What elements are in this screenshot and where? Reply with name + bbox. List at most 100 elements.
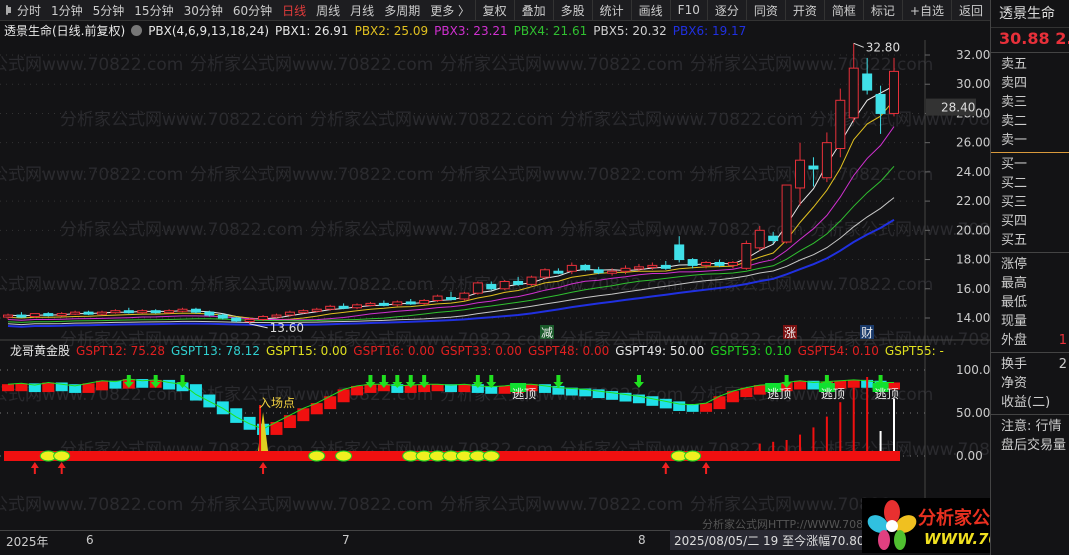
candle-body: [311, 308, 322, 312]
candle-body: [835, 99, 846, 150]
up-arrow-icon: [259, 462, 268, 474]
stat-row-label: 现量: [1001, 314, 1028, 329]
price-tick-label: 18.00: [956, 253, 990, 267]
gspt-bar: [42, 382, 55, 393]
stat-row-label: 涨停: [1001, 257, 1028, 272]
volume-spike: [852, 387, 855, 451]
buy-level-label: 买一: [1001, 157, 1028, 172]
candle: [164, 309, 175, 314]
escape-top-label: 逃顶: [875, 387, 899, 401]
indicator-value: GSPT33: 0.00: [440, 343, 522, 358]
indicator-title[interactable]: 龙哥黄金股: [10, 342, 70, 359]
candle-body: [352, 304, 363, 309]
candle-body: [96, 311, 107, 315]
escape-top-label: 逃顶: [767, 387, 791, 401]
cursor-date-readout: 2025/08/05/二 19 至今涨幅70.80%: [670, 530, 880, 550]
stat-row: 净资: [991, 374, 1069, 393]
candle-body: [499, 280, 510, 290]
candle: [687, 258, 698, 269]
ma-line-18: [7, 197, 895, 326]
gspt-bar: [847, 379, 860, 388]
candle: [620, 265, 631, 275]
candle-body: [795, 159, 806, 189]
candle: [298, 309, 309, 314]
gspt-bar: [15, 383, 28, 392]
indicator-value: GSPT55: -: [884, 343, 944, 358]
candle: [526, 275, 537, 286]
price-tick-label: 22.00: [956, 194, 990, 208]
price-tick-label: 20.00: [956, 223, 990, 237]
date-label: 7: [342, 533, 350, 547]
stats2-section: 换手 2 净资 收益(二): [991, 352, 1069, 414]
quote-panel: 透景生命 30.88 2. 卖五卖四卖三卖二卖一 买一买二买三买四买五 涨停最高…: [990, 0, 1069, 555]
flower-logo-icon: [867, 500, 917, 550]
watermark-text: 分析家公式网www.70822.com: [0, 55, 183, 75]
watermark-text: 分析家公式网www.70822.com: [0, 495, 183, 515]
watermark-text: 分析家公式网www.70822.com: [190, 495, 433, 515]
candle: [56, 312, 67, 317]
candle-body: [674, 244, 685, 261]
gspt-bar: [230, 408, 243, 423]
candle: [190, 307, 201, 314]
candle: [365, 301, 376, 307]
candle-body: [325, 305, 336, 310]
candle-body: [150, 310, 161, 314]
escape-top-label: 逃顶: [512, 387, 536, 401]
event-marker-label: 减: [541, 326, 553, 340]
buy-level-label: 买五: [1001, 233, 1028, 248]
event-marker-label: 涨: [784, 325, 796, 340]
stat-row-value: 2: [1058, 357, 1067, 372]
indicator-value: GSPT53: 0.10: [710, 343, 792, 358]
signal-dot: [53, 450, 71, 462]
candle-body: [419, 299, 430, 304]
note-row-label: 注意: 行情: [1001, 419, 1062, 434]
escape-top-label: 逃顶: [821, 387, 845, 401]
chart-canvas[interactable]: 分析家公式网www.70822.com 分析家公式网www.70822.com 分析…: [0, 0, 990, 530]
watermark-text: 分析家公式网www.70822.com: [690, 275, 933, 295]
candle-body: [513, 280, 524, 285]
stock-name: 透景生命: [991, 0, 1069, 28]
candle-body: [607, 270, 618, 274]
candle: [3, 313, 13, 320]
volume-spike: [893, 398, 895, 451]
price-change: 2.: [1055, 29, 1069, 48]
candle-body: [365, 302, 376, 306]
candle: [419, 299, 430, 305]
candle-body: [727, 261, 738, 266]
candle-body: [620, 267, 631, 272]
stat-row-value: 1: [1058, 333, 1067, 348]
sell-level-label: 卖五: [1001, 57, 1028, 72]
gspt-bar: [498, 385, 511, 394]
price-tick-label: 30.00: [956, 77, 990, 91]
watermark-text: 分析家公式网www.70822.com: [560, 110, 803, 130]
candle-body: [392, 301, 403, 306]
volume-spike: [866, 377, 869, 451]
candle-body: [3, 314, 13, 318]
candle-body: [553, 270, 564, 274]
candle-body: [284, 311, 295, 316]
candle-body: [137, 310, 148, 314]
candle: [741, 240, 752, 270]
stats-section: 涨停 最高 最低 现量 外盘 1: [991, 252, 1069, 352]
signal-dot: [308, 450, 326, 462]
candle: [352, 303, 363, 310]
candle-body: [593, 269, 604, 274]
candle-body: [217, 314, 228, 319]
candle-body: [177, 308, 188, 312]
price-tick-label: 14.00: [956, 311, 990, 325]
volume-spike: [772, 441, 775, 451]
stat-row: 收益(二): [991, 393, 1069, 412]
candle: [271, 313, 282, 318]
sell-level-label: 卖二: [1001, 114, 1028, 129]
candle-body: [741, 242, 752, 269]
note-row: 注意: 行情: [991, 417, 1069, 436]
stat-row: 换手 2: [991, 355, 1069, 374]
candle-body: [566, 264, 577, 272]
candle: [593, 266, 604, 275]
candle-body: [258, 316, 269, 320]
candle: [472, 281, 483, 295]
sell-level: 卖三: [991, 93, 1069, 112]
buy-level: 买三: [991, 193, 1069, 212]
indicator-tick-label: 100.00: [956, 363, 990, 377]
candle-body: [43, 313, 54, 317]
